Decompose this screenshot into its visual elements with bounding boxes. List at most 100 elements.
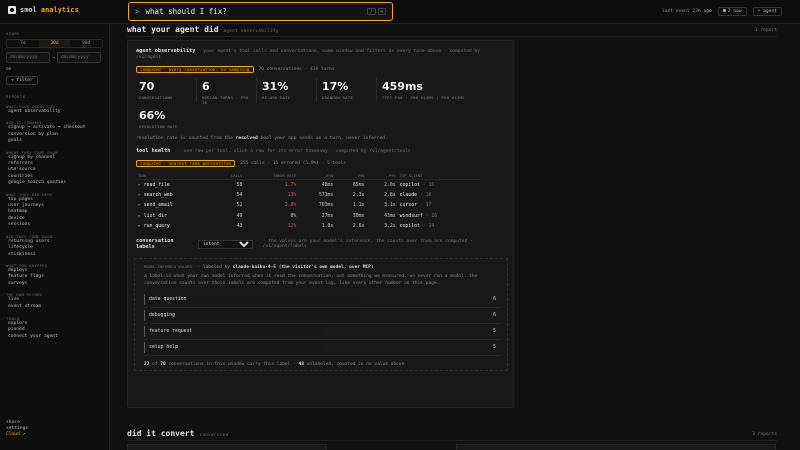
section-report-count: 1 report	[754, 28, 777, 33]
arrow-right-icon: →	[52, 54, 56, 61]
section-subtitle: conversion	[199, 432, 229, 437]
labeling-model: claude-haiku-4-5 (the visitor's own mode…	[232, 265, 374, 270]
range-90d[interactable]: 90d	[70, 40, 102, 47]
unlabeled-count: 48	[298, 362, 304, 367]
report-card-stub	[127, 444, 327, 450]
error-rate-cell: 3.8%	[284, 203, 297, 209]
p50-cell: 48ms	[321, 182, 334, 188]
sidebar-item[interactable]: surveys	[6, 281, 103, 287]
report-nav: what your agent did agent observability di…	[6, 104, 103, 310]
section-subtitle: agent observability	[223, 28, 279, 33]
section-title: did it convert	[127, 429, 195, 438]
foot-of: of	[152, 362, 158, 367]
metric-median-turns: 6 median turns · p90 10	[196, 78, 256, 105]
label-bar-row[interactable]: feature request 5	[144, 324, 501, 340]
label-count: 5	[493, 345, 496, 350]
label-bar-row[interactable]: data question 6	[144, 292, 501, 308]
sidebar-item[interactable]: sessions	[6, 222, 103, 228]
p99-cell: 3.1s	[384, 203, 396, 209]
label-name: data question	[149, 297, 187, 302]
label-name: debugging	[149, 313, 175, 318]
resolution-note: resolution rate is counted from the reso…	[136, 136, 505, 141]
sidebar-item[interactable]: goals	[6, 138, 103, 144]
p90-cell: 1.1s	[352, 203, 365, 209]
label-bar-row[interactable]: debugging 6	[144, 308, 501, 324]
range-selector: 7d 30d 90d	[6, 39, 103, 48]
error-rate-cell: 13%	[287, 192, 297, 198]
sidebar-item[interactable]: event stream	[6, 304, 103, 310]
p50-cell: 1.0s	[321, 224, 334, 230]
top-client-cell: cursor · 17	[398, 201, 481, 212]
app-name-accent: analytics	[40, 6, 79, 14]
live-now-badge[interactable]: 2 now	[717, 7, 747, 16]
labels-header: conversation labels intent · the values …	[136, 238, 505, 250]
calls-cell: 58	[236, 182, 243, 188]
tool-name-cell: ▸ list_dir	[136, 211, 214, 222]
labeled-by-text: labeled by	[202, 265, 230, 270]
range-30d[interactable]: 30d	[38, 40, 71, 47]
obs-tag-meta: 70 conversations · 419 turns	[258, 67, 335, 72]
tool-health-description: · one row per tool, click a row for its …	[178, 149, 411, 154]
add-filter-button[interactable]: + filter	[6, 76, 38, 85]
label-key-select[interactable]: intent	[197, 239, 253, 249]
add-agent-button[interactable]: + agent	[752, 7, 782, 16]
tool-health-title-row: tool health · one row per tool, click a r…	[136, 148, 505, 154]
p90-cell: 65ms	[352, 182, 365, 188]
sidebar-item[interactable]: google search queries	[6, 180, 103, 186]
col-calls: calls	[213, 172, 245, 180]
ask-shortcuts: / ⌘	[367, 8, 386, 15]
table-row[interactable]: ▸ list_dir 49 0% 27ms 30ms 43ms windsurf · 16	[136, 211, 481, 222]
client-name: copilot	[399, 182, 420, 188]
date-range: →	[6, 52, 103, 63]
percentile-badge: computed · nearest-rank percentiles	[136, 160, 236, 167]
label-bar-row[interactable]: setup help 5	[144, 340, 501, 356]
p50-cell: 571ms	[318, 192, 334, 198]
top-client-cell: windsurf · 16	[398, 211, 481, 222]
tool-name-cell: ▸ run_query	[136, 222, 214, 233]
tools-nav: explore pinned connect your agent	[6, 321, 103, 340]
cloud-link[interactable]: Cloud ↗	[6, 432, 28, 438]
table-row[interactable]: ▸ run_query 43 12% 1.0s 2.6s 3.2s copilot · 14	[136, 222, 481, 233]
metric-value: 17%	[322, 80, 349, 93]
note-keyword: resolved	[235, 136, 258, 141]
reports-label: reports	[6, 94, 26, 99]
sidebar-item[interactable]: agent observability	[6, 109, 103, 115]
error-rate-cell: 12%	[287, 224, 297, 230]
table-row[interactable]: ▸ search_web 54 13% 571ms 2.3s 2.8s claude · 1…	[136, 190, 481, 201]
app-logo[interactable]: smol analytics	[8, 6, 79, 14]
agent-observability-panel: agent observability your agent's tool cal…	[127, 40, 514, 408]
client-name: copilot	[399, 224, 420, 230]
calls-cell: 49	[236, 213, 243, 219]
tool-name: list_dir	[143, 213, 167, 219]
client-count: · 16	[425, 213, 438, 219]
date-to-input[interactable]	[57, 52, 102, 63]
labeled-count: 22	[144, 362, 150, 367]
metric-label: conversations	[139, 95, 173, 100]
col-top-client: top client	[397, 172, 481, 180]
metric-value: 459ms	[382, 80, 423, 93]
section-title: what your agent did	[127, 25, 219, 34]
obs-tag-row: computed · every conversation, no sampli…	[136, 66, 505, 73]
top-client-cell: copilot · 16	[398, 180, 481, 191]
metric-ttft: 459ms ttft p50 · p90 643ms | p99 643ms	[376, 78, 486, 102]
metric-resolution-rate: 66% resolution rate	[136, 107, 196, 131]
p50-cell: 27ms	[321, 213, 334, 219]
sidebar-item[interactable]: stickiness	[6, 252, 103, 258]
sidebar-tool-item[interactable]: connect your agent	[6, 334, 103, 340]
computed-badge: computed · every conversation, no sampli…	[136, 66, 254, 73]
col-error-rate: error rate	[244, 172, 299, 180]
tool-name-cell: ▸ search_web	[136, 190, 214, 201]
table-row[interactable]: ▸ send_email 52 3.8% 703ms 1.1s 3.1s cursor · …	[136, 201, 481, 212]
kbd-cmd: ⌘	[377, 8, 386, 15]
date-from-input[interactable]	[6, 52, 50, 63]
sidebar: scope 7d 30d 90d → on + filter reports w…	[0, 24, 110, 450]
labels-card-head: model-inferred values · labeled by claud…	[144, 264, 374, 270]
logo-mark-icon	[8, 6, 16, 14]
table-row[interactable]: ▸ read_file 58 1.7% 48ms 65ms 2.0s copilot · 1…	[136, 180, 481, 191]
client-count: · 16	[419, 192, 432, 198]
calls-cell: 43	[236, 224, 243, 230]
range-7d[interactable]: 7d	[7, 40, 39, 47]
metric-label: ttft p50 · p90 643ms | p99 643ms	[382, 95, 465, 100]
metric-label: re-ask rate	[262, 95, 291, 100]
ask-input[interactable]: > what should I fix? / ⌘	[128, 2, 393, 21]
